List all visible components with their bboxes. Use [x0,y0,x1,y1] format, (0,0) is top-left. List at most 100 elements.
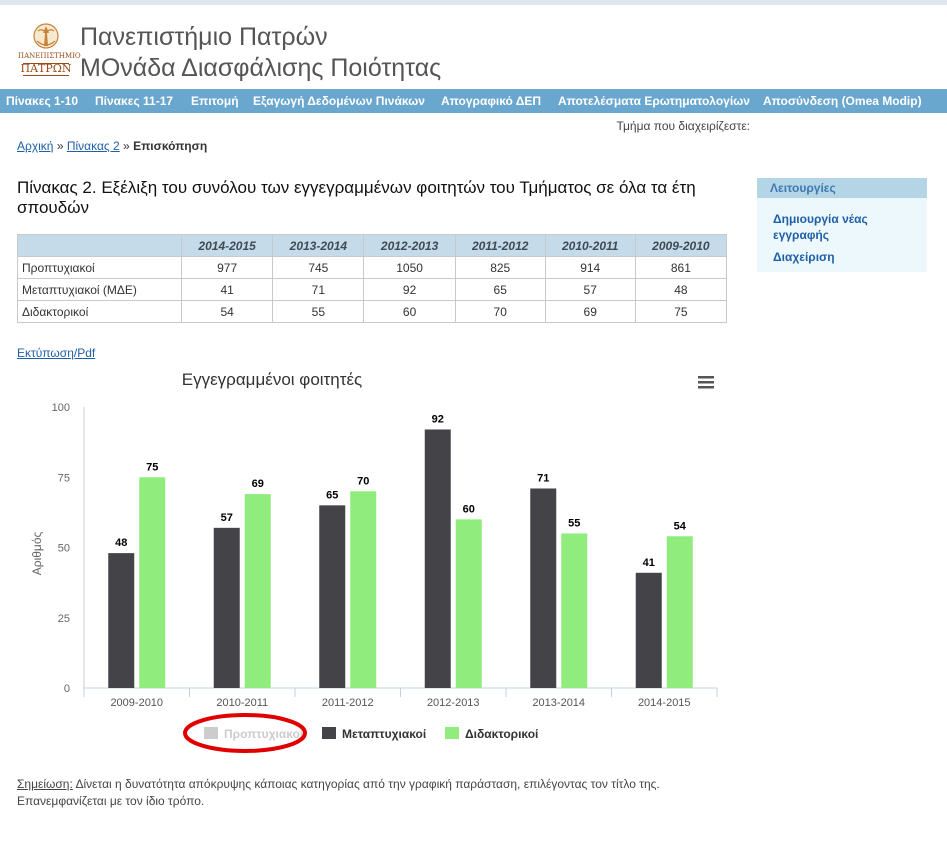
table-header-cell: 2011-2012 [454,234,546,257]
table-cell: 65 [454,278,546,301]
sidebar: Λειτουργίες Δημιουργία νέας εγγραφής Δια… [757,178,927,272]
table-cell: 71 [272,278,365,301]
table-header-cell: 2012-2013 [363,234,456,257]
y-tick-label: 25 [58,613,70,625]
data-label: 70 [357,475,369,487]
table-cell: 60 [363,300,456,323]
bar-Μεταπτυχιακοί[interactable] [424,429,451,688]
data-label: 60 [463,503,475,515]
legend-item[interactable]: Προπτυχιακοί [224,727,303,741]
y-tick-label: 0 [64,683,70,695]
x-tick-label: 2011-2012 [322,697,374,709]
data-label: 71 [537,472,549,484]
bar-Μεταπτυχιακοί[interactable] [530,488,557,688]
note-text: Δίνεται η δυνατότητα απόκρυψης κάποιας κ… [17,777,660,808]
table-cell: 57 [544,278,636,301]
legend-swatch[interactable] [445,727,459,739]
nav-tables-1-10[interactable]: Πίνακες 1-10 [6,89,78,113]
bar-Διδακτορικοί[interactable] [666,536,693,688]
bar-Μεταπτυχιακοί[interactable] [635,572,662,688]
breadcrumb: Αρχική » Πίνακας 2 » Επισκόπηση [17,139,207,153]
table-cell: 55 [272,300,365,323]
table-row: Προπτυχιακοί 977 745 1050 825 914 861 [17,256,728,279]
bar-Διδακτορικοί[interactable] [350,491,377,688]
x-tick-label: 2012-2013 [427,697,480,709]
bar-Διδακτορικοί[interactable] [244,494,271,688]
site-header: ΠΑΝΕΠΙΣΤΗΜΙΟ ΠΑΤΡΩΝ Πανεπιστήμιο Πατρών … [0,5,947,89]
breadcrumb-home-link[interactable]: Αρχική [17,139,53,153]
x-tick-label: 2010-2011 [216,697,268,709]
chart-menu-icon[interactable] [698,386,714,389]
bar-Μεταπτυχιακοί[interactable] [319,505,346,688]
table-header-cell: 2009-2010 [634,234,728,257]
data-label: 69 [252,478,264,490]
main-nav: Πίνακες 1-10 Πίνακες 11-17 Επιτομή Εξαγω… [0,89,947,113]
nav-export-data[interactable]: Εξαγωγή Δεδομένων Πινάκων [253,89,425,113]
y-axis-label: Αριθμός [30,532,44,576]
students-chart: Εγγεγραμμένοι φοιτητές 0 25 50 75 100 Αριθμός 2… [17,360,737,765]
table-header-cell [17,234,182,257]
unit-name: ΜΟνάδα Διασφάλισης Ποιότητας [80,54,442,82]
create-entry-label-line1: Δημιουργία νέας [773,212,868,226]
legend-item[interactable]: Μεταπτυχιακοί [342,727,426,741]
legend-swatch[interactable] [322,727,336,739]
table-cell: 69 [544,300,636,323]
table-cell: 861 [634,256,728,279]
table-cell: 745 [272,256,365,279]
chart-menu-icon[interactable] [698,376,714,379]
nav-tables-11-17[interactable]: Πίνακες 11-17 [95,89,173,113]
nav-summary[interactable]: Επιτομή [191,89,239,113]
table-cell: 75 [634,300,728,323]
logo-text-bottom: ΠΑΤΡΩΝ [20,62,72,75]
nav-logout[interactable]: Αποσύνδεση (Omea Modip) [763,89,922,113]
chart-canvas: Εγγεγραμμένοι φοιτητές 0 25 50 75 100 Αριθμός 2… [30,370,718,753]
x-tick-label: 2013-2014 [532,697,585,709]
table-cell: 70 [454,300,546,323]
create-entry-label-line2: εγγραφής [773,228,829,242]
breadcrumb-separator: » [56,139,64,153]
data-label: 41 [643,557,655,569]
table-row-label: Διδακτορικοί [17,300,182,323]
bar-Μεταπτυχιακοί[interactable] [213,527,240,688]
data-label: 55 [568,517,580,529]
legend-swatch[interactable] [204,727,218,739]
table-cell: 977 [180,256,274,279]
page-title: Πίνακας 2. Εξέλιξη του συνόλου των εγγεγ… [17,178,696,217]
bar-Διδακτορικοί[interactable] [561,533,588,688]
breadcrumb-current: Επισκόπηση [133,139,208,153]
breadcrumb-table-link[interactable]: Πίνακας 2 [67,139,120,153]
table-header-row: 2014-2015 2013-2014 2012-2013 2011-2012 … [17,234,728,257]
table-row: Διδακτορικοί 54 55 60 70 69 75 [17,300,728,323]
university-name: Πανεπιστήμιο Πατρών [80,23,328,51]
table-cell: 1050 [363,256,456,279]
data-label: 54 [674,520,687,532]
nav-questionnaire-results[interactable]: Αποτελέσματα Ερωτηματολογίων [558,89,750,113]
table-row-label: Μεταπτυχιακοί (ΜΔΕ) [17,278,182,301]
print-pdf-link[interactable]: Εκτύπωση/Pdf [17,346,95,360]
data-label: 57 [221,512,233,524]
data-label: 48 [115,537,127,549]
table-cell: 92 [363,278,456,301]
note-label: Σημείωση: [17,777,73,791]
y-tick-label: 50 [58,543,70,555]
nav-dep-census[interactable]: Απογραφικό ΔΕΠ [441,89,541,113]
managed-department-label: Τμήμα που διαχειρίζεστε: [616,119,750,133]
manage-link[interactable]: Διαχείριση [773,249,835,265]
bar-Μεταπτυχιακοί[interactable] [108,553,135,688]
table-cell: 825 [454,256,546,279]
table-cell: 48 [634,278,728,301]
x-tick-label: 2009-2010 [110,697,163,709]
bar-Διδακτορικοί[interactable] [139,477,166,688]
logo-text-top: ΠΑΝΕΠΙΣΤΗΜΙΟ [18,52,81,60]
table-cell: 54 [180,300,274,323]
table-header-cell: 2014-2015 [180,234,274,257]
data-label: 75 [146,461,158,473]
data-label: 92 [432,413,444,425]
chart-menu-icon[interactable] [698,381,714,384]
bar-Διδακτορικοί[interactable] [455,519,482,688]
chart-title: Εγγεγραμμένοι φοιτητές [182,370,362,389]
create-entry-link[interactable]: Δημιουργία νέας εγγραφής [773,211,868,243]
table-row-label: Προπτυχιακοί [17,256,182,279]
legend-item[interactable]: Διδακτορικοί [465,727,538,741]
university-logo[interactable]: ΠΑΝΕΠΙΣΤΗΜΙΟ ΠΑΤΡΩΝ [18,19,81,77]
